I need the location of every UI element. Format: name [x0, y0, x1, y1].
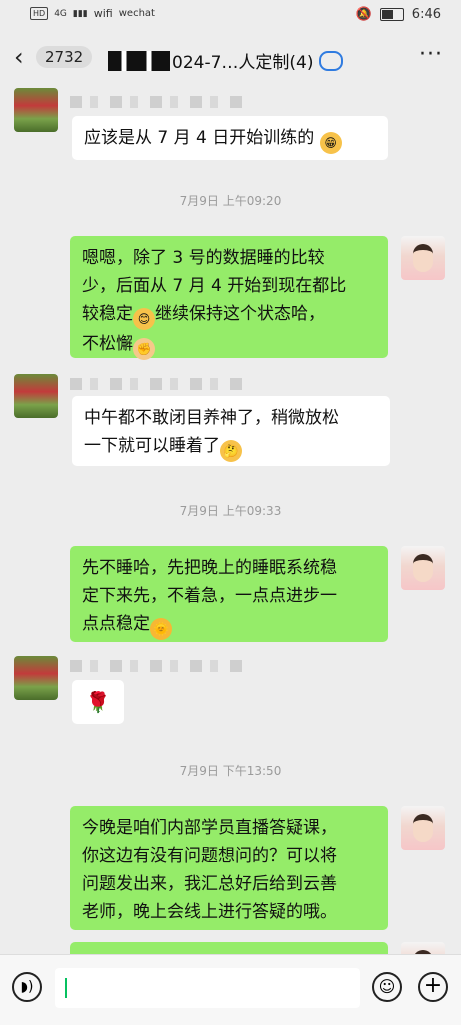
avatar[interactable] [14, 88, 58, 132]
message-input[interactable] [55, 968, 360, 1008]
signal-icon: ▮▮▮ [72, 8, 88, 19]
message-line: 一下就可以睡着了 [84, 436, 220, 456]
message-line: 继续保持这个状态哈， [155, 304, 325, 324]
wifi-icon: wifi [93, 7, 113, 20]
chatbot-icon[interactable] [319, 50, 344, 71]
message-bubble-incoming[interactable]: 中午都不敢闭目养神了，稍微放松 一下就可以睡着了 🤔 [72, 396, 390, 466]
message-bubble-outgoing[interactable]: 先不睡哈，先把晚上的睡眠系统稳 定下来先，不着急，一点点进步一 点点稳定 🌞 [70, 546, 388, 642]
chat-area[interactable]: 应该是从 7 月 4 日开始训练的 😁 7月9日 上午09:20 嗯嗯，除了 3… [0, 86, 461, 954]
voice-icon[interactable]: ◗) [12, 972, 42, 1002]
avatar[interactable] [401, 806, 445, 850]
battery-icon [379, 8, 404, 21]
message-line: 嗯嗯，除了 3 号的数据睡的比较 [82, 248, 325, 268]
chevron-left-icon[interactable]: ‹ [14, 43, 24, 71]
chat-title[interactable]: 024-7…人定制(4) [108, 48, 344, 73]
message-bubble-incoming[interactable]: 应该是从 7 月 4 日开始训练的 😁 [72, 116, 388, 160]
blush-emoji-icon: 😊 [133, 308, 155, 330]
network-indicator: 4G [54, 8, 67, 19]
message-line: 问题发出来，我汇总好后给到云善 [82, 874, 337, 894]
message-line: 不松懈 [82, 334, 133, 354]
mute-icon: 🔕 [355, 7, 372, 22]
grin-emoji-icon: 😁 [319, 132, 342, 154]
message-line: 定下来先，不着急，一点点进步一 [82, 586, 337, 606]
text-caret [65, 978, 67, 998]
message-bubble-outgoing[interactable]: 嗯嗯，除了 3 号的数据睡的比较 少，后面从 7 月 4 开始到现在都比 较稳定… [70, 236, 388, 360]
chat-header: ‹ 2732 024-7…人定制(4) ··· [0, 32, 461, 86]
timestamp: 7月9日 下午13:50 [179, 764, 282, 778]
plus-icon[interactable]: + [418, 972, 448, 1002]
sender-name-redacted [70, 96, 245, 108]
message-line: 你这边有没有问题想问的？可以将 [82, 846, 337, 866]
message-text: 应该是从 7 月 4 日开始训练的 [84, 128, 315, 148]
fist-emoji-icon: ✊ [133, 338, 155, 360]
message-line: 今晚是咱们内部学员直播答疑课， [82, 818, 337, 838]
message-bubble-incoming[interactable]: 🌹 [72, 680, 124, 724]
avatar[interactable] [14, 374, 58, 418]
chat-title-text: 024-7…人定制(4) [172, 53, 314, 73]
message-line: 老师，晚上会线上进行答疑的哦。 [82, 902, 337, 922]
avatar[interactable] [401, 546, 445, 590]
timestamp: 7月9日 上午09:33 [179, 504, 282, 518]
sender-name-redacted [70, 660, 245, 672]
status-left: HD 4G ▮▮▮ wifi wechat [30, 7, 155, 20]
input-bar: ◗) ☺ + [0, 954, 461, 1025]
thinking-emoji-icon: 🤔 [220, 440, 242, 462]
emoji-icon[interactable]: ☺ [372, 972, 402, 1002]
rose-emoji-icon: 🌹 [85, 690, 111, 714]
clock: 6:46 [411, 7, 441, 22]
sender-name-redacted [70, 378, 245, 390]
message-line: 较稳定 [82, 304, 133, 324]
message-line: 中午都不敢闭目养神了，稍微放松 [84, 408, 339, 428]
message-line: 先不睡哈，先把晚上的睡眠系统稳 [82, 558, 337, 578]
message-line: 点点稳定 [82, 614, 150, 634]
avatar[interactable] [401, 942, 445, 954]
avatar[interactable] [401, 236, 445, 280]
timestamp: 7月9日 上午09:20 [179, 194, 282, 208]
redacted-title-part [108, 50, 170, 71]
status-bar: HD 4G ▮▮▮ wifi wechat 🔕 6:46 [0, 0, 461, 32]
sun-emoji-icon: 🌞 [150, 618, 172, 640]
hd-indicator: HD [30, 7, 49, 20]
message-bubble-outgoing[interactable]: 今晚是咱们内部学员直播答疑课， 你这边有没有问题想问的？可以将 问题发出来，我汇… [70, 806, 388, 930]
status-right: 🔕 6:46 [356, 7, 441, 22]
message-bubble-outgoing-partial[interactable] [70, 942, 388, 954]
avatar[interactable] [14, 656, 58, 700]
more-icon[interactable]: ··· [419, 42, 443, 67]
wechat-notification-icon: wechat [118, 8, 155, 19]
message-line: 少，后面从 7 月 4 开始到现在都比 [82, 276, 347, 296]
unread-count-badge[interactable]: 2732 [36, 46, 93, 68]
